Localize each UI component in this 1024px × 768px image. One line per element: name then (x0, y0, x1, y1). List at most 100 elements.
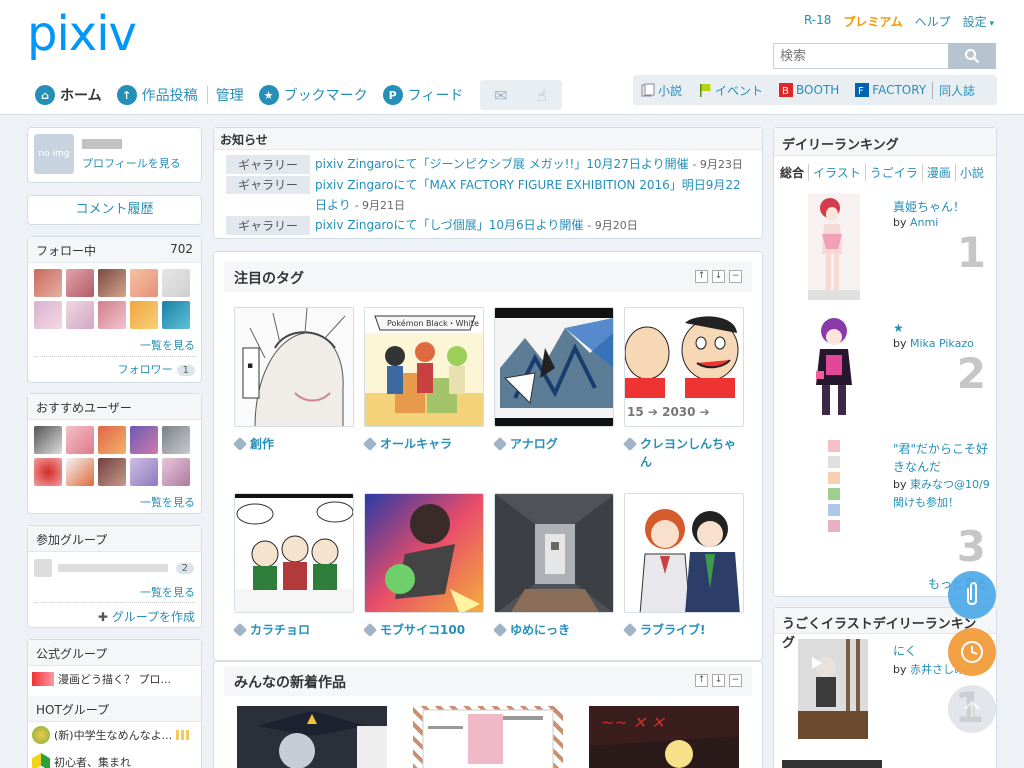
tag-thumbnail[interactable] (494, 307, 614, 427)
factory-link[interactable]: F FACTORY (855, 83, 926, 97)
help-link[interactable]: ヘルプ (915, 13, 951, 30)
ranking-thumbnail[interactable] (808, 315, 860, 421)
news-text[interactable]: pixiv Zingaroにて「ジーンピクシブ展 メガッ!!」10月27日より開… (315, 157, 689, 171)
ranking-title-link[interactable]: "君"だからこそ好きなんだ (893, 440, 991, 476)
ranking-thumbnail[interactable] (808, 194, 860, 300)
pin-button[interactable] (948, 571, 996, 619)
novel-link[interactable]: 小説 (641, 82, 682, 99)
tag-thumbnail[interactable]: ▪ (234, 307, 354, 427)
user-thumb[interactable] (162, 426, 190, 454)
tag-card[interactable]: ▪ 創作 (232, 307, 354, 453)
move-up-icon[interactable]: ↑ (695, 270, 708, 283)
user-thumb[interactable] (66, 458, 94, 486)
ugoira-next-thumbnail[interactable] (782, 760, 882, 768)
tab-illust[interactable]: イラスト (808, 164, 865, 181)
scroll-top-button[interactable] (948, 685, 996, 733)
tag-thumbnail[interactable]: Pokémon Black・White (364, 307, 484, 427)
tag-thumbnail[interactable] (234, 493, 354, 613)
avatar[interactable]: no img (34, 134, 74, 174)
move-down-icon[interactable]: ↓ (712, 270, 725, 283)
user-thumb[interactable] (66, 301, 94, 329)
search-input[interactable] (773, 43, 948, 69)
nav-bookmark[interactable]: ★ ブックマーク (258, 85, 368, 105)
ranking-thumbnail[interactable] (808, 436, 860, 542)
nav-upload[interactable]: ↑ 作品投稿 (116, 85, 198, 105)
hot-group-item[interactable]: (新)中学生なめんなよ... (32, 726, 191, 744)
user-thumb[interactable] (130, 458, 158, 486)
ranking-item[interactable]: ★ by Mika Pikazo 2 (780, 309, 992, 429)
create-group-link[interactable]: ✚ グループを作成 (98, 608, 195, 625)
mail-icon[interactable]: ✉ (480, 80, 521, 110)
premium-link[interactable]: プレミアム (843, 13, 902, 30)
news-item[interactable]: ギャラリー pixiv Zingaroにて「しづ個展」10月6日より開催 - 9… (226, 216, 751, 235)
tag-label[interactable]: ラブライブ! (622, 621, 744, 639)
doujin-link[interactable]: 同人誌 (932, 81, 975, 99)
ugoira-thumbnail[interactable] (798, 639, 868, 739)
user-thumb[interactable] (98, 269, 126, 297)
official-group-item[interactable]: 漫画どう描く？ プロ... (32, 671, 171, 687)
work-thumbnail[interactable] (237, 706, 387, 768)
user-thumb[interactable] (66, 426, 94, 454)
pixiv-logo[interactable]: pixiv (27, 6, 137, 62)
profile-link[interactable]: プロフィールを見る (82, 155, 181, 171)
ugoira-title-link[interactable]: にく (893, 642, 917, 659)
ranking-item[interactable]: 真姫ちゃん！ by Anmi 1 (780, 188, 992, 308)
nav-home[interactable]: ⌂ ホーム (35, 85, 102, 105)
news-text[interactable]: pixiv Zingaroにて「しづ個展」10月6日より開催 (315, 218, 583, 232)
tag-label[interactable]: オールキャラ (362, 435, 484, 453)
move-up-icon[interactable]: ↑ (695, 674, 708, 687)
settings-menu[interactable]: 設定 (963, 13, 994, 30)
tag-thumbnail[interactable] (494, 493, 614, 613)
tag-label[interactable]: ゆめにっき (492, 621, 614, 639)
nav-manage[interactable]: 管理 (216, 85, 244, 105)
user-thumb[interactable] (34, 269, 62, 297)
tag-label[interactable]: モブサイコ100 (362, 621, 484, 639)
tag-label[interactable]: 創作 (232, 435, 354, 453)
comment-history-button[interactable]: コメント履歴 (27, 195, 202, 225)
event-link[interactable]: イベント (698, 82, 763, 99)
user-thumb[interactable] (162, 269, 190, 297)
followers-link[interactable]: フォロワー 1 (118, 361, 195, 377)
history-button[interactable] (948, 628, 996, 676)
tag-label[interactable]: クレヨンしんちゃん (622, 435, 744, 471)
user-thumb[interactable] (98, 426, 126, 454)
tag-card[interactable]: ゆめにっき (492, 493, 614, 639)
tag-thumbnail[interactable] (624, 493, 744, 613)
tag-card[interactable]: カラチョロ (232, 493, 354, 639)
news-item[interactable]: ギャラリー pixiv Zingaroにて「MAX FACTORY FIGURE… (226, 175, 751, 216)
hot-group-item[interactable]: 初心者、集まれ (32, 753, 131, 768)
recommend-more-link[interactable]: 一覧を見る (140, 494, 195, 510)
collapse-icon[interactable]: − (729, 674, 742, 687)
user-thumb[interactable] (66, 269, 94, 297)
nav-feed[interactable]: P フィード (382, 85, 463, 105)
tag-thumbnail[interactable] (364, 493, 484, 613)
user-thumb[interactable] (98, 301, 126, 329)
user-thumb[interactable] (130, 426, 158, 454)
user-thumb[interactable] (162, 458, 190, 486)
tab-overall[interactable]: 総合 (780, 164, 808, 181)
tag-label[interactable]: アナログ (492, 435, 614, 453)
ranking-item[interactable]: "君"だからこそ好きなんだ by 東みなつ@10/9関けも参加！ 3 (780, 430, 992, 571)
group-item[interactable]: 2 (34, 558, 194, 578)
work-thumbnail[interactable] (413, 706, 563, 768)
follow-more-link[interactable]: 一覧を見る (140, 337, 195, 353)
username-blurred[interactable] (82, 139, 122, 149)
collapse-icon[interactable]: − (729, 270, 742, 283)
work-thumbnail[interactable]: ~~ ✕ ✕ (589, 706, 739, 768)
groups-more-link[interactable]: 一覧を見る (140, 584, 195, 600)
user-thumb[interactable] (130, 269, 158, 297)
tag-card[interactable]: 15 ➔ 2030 ➔ クレヨンしんちゃん (622, 307, 744, 471)
booth-link[interactable]: B BOOTH (779, 83, 839, 97)
tab-manga[interactable]: 漫画 (921, 164, 955, 181)
tag-card[interactable]: Pokémon Black・White オールキャラ (362, 307, 484, 453)
user-thumb[interactable] (34, 458, 62, 486)
tag-card[interactable]: モブサイコ100 (362, 493, 484, 639)
tag-thumbnail[interactable]: 15 ➔ 2030 ➔ (624, 307, 744, 427)
r18-link[interactable]: R-18 (804, 13, 831, 30)
tab-novel[interactable]: 小説 (954, 164, 988, 181)
author-link[interactable]: Anmi (910, 216, 938, 229)
author-link[interactable]: 東みなつ@10/9関けも参加！ (893, 478, 990, 509)
tag-label[interactable]: カラチョロ (232, 621, 354, 639)
user-thumb[interactable] (34, 301, 62, 329)
tag-card[interactable]: ラブライブ! (622, 493, 744, 639)
